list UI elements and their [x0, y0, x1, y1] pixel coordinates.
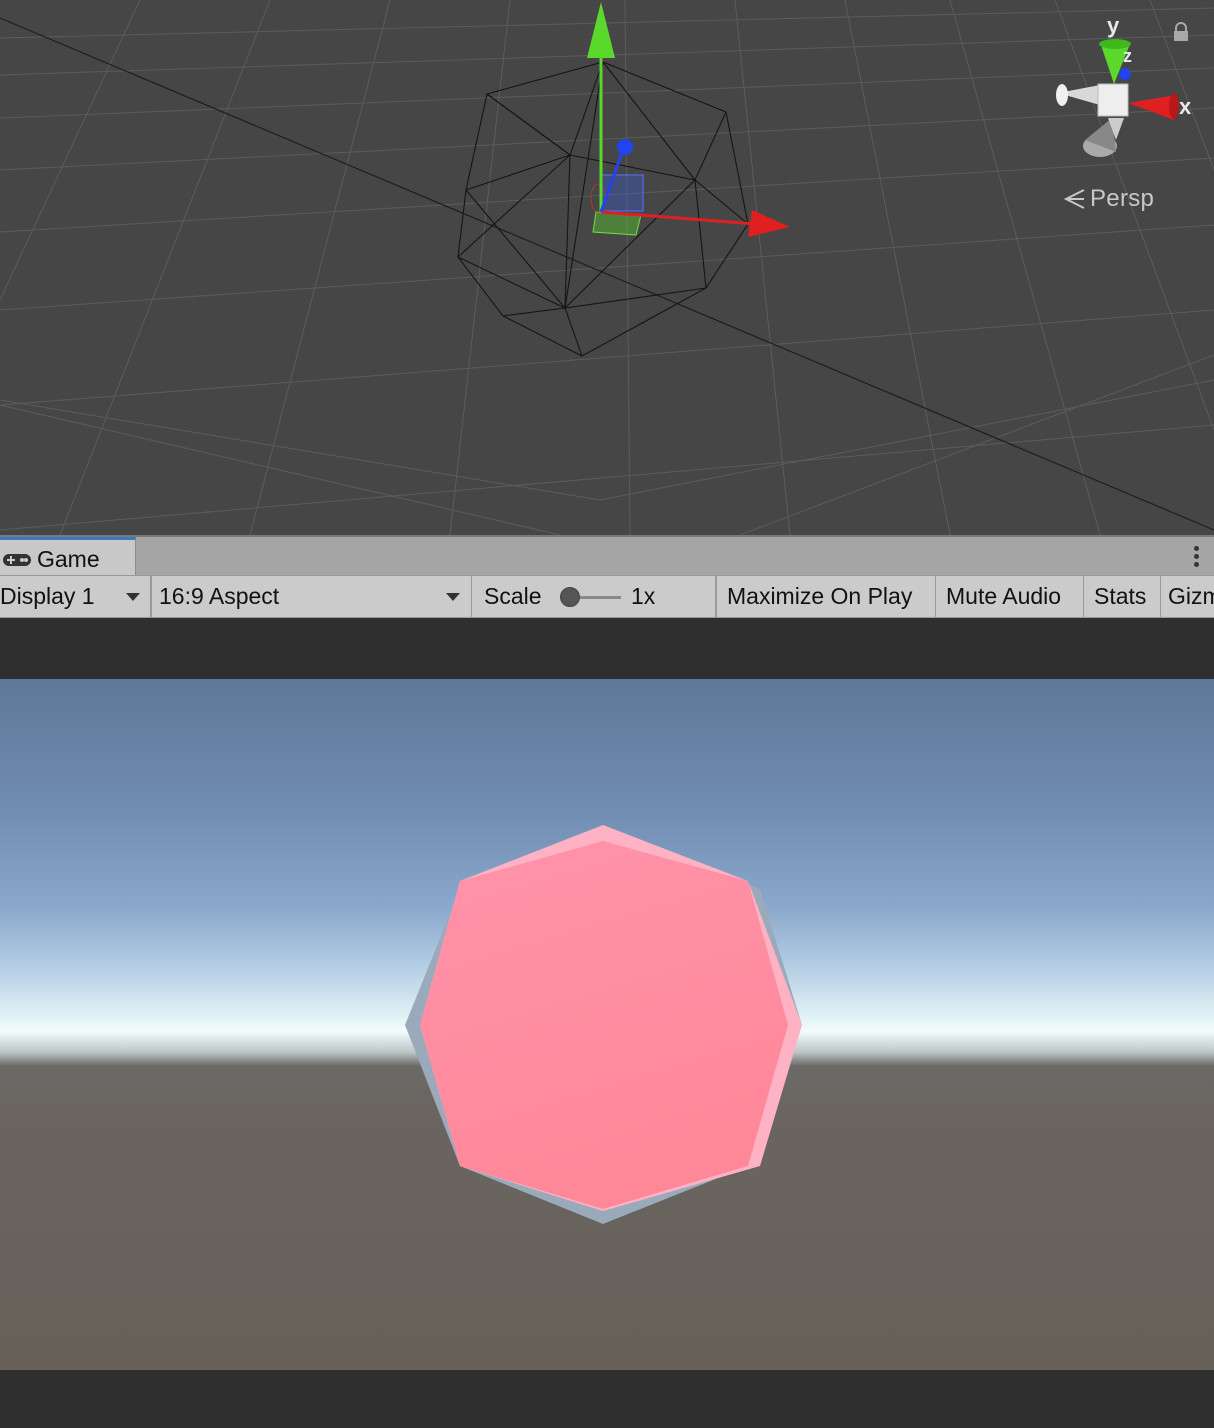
move-gizmo-icon[interactable]: [587, 2, 790, 237]
gizmo-x-label: x: [1179, 94, 1192, 119]
stats-label: Stats: [1094, 583, 1147, 609]
world-axis-line: [0, 17, 1214, 531]
scale-value: 1x: [631, 583, 656, 609]
game-view[interactable]: [0, 679, 1214, 1370]
display-dropdown[interactable]: Display 1: [0, 576, 151, 617]
scale-label: Scale: [484, 583, 542, 609]
aspect-dropdown-label: 16:9 Aspect: [159, 583, 280, 609]
perspective-arrow-icon[interactable]: [1062, 186, 1088, 212]
maximize-on-play-toggle[interactable]: Maximize On Play: [716, 576, 936, 617]
game-tab-label: Game: [37, 546, 100, 572]
scene-view[interactable]: y z x Persp: [0, 0, 1214, 535]
scale-slider-handle[interactable]: [560, 587, 580, 607]
gizmo-y-label: y: [1107, 13, 1120, 38]
maximize-on-play-label: Maximize On Play: [727, 583, 913, 609]
scene-viewport[interactable]: y z x: [0, 0, 1214, 535]
lock-icon[interactable]: [1172, 22, 1190, 42]
perspective-toggle[interactable]: Persp: [1090, 185, 1154, 213]
letterbox-bottom: [0, 1370, 1214, 1428]
more-options-icon[interactable]: [1192, 546, 1200, 570]
display-dropdown-label: Display 1: [0, 583, 95, 609]
gamepad-icon: [3, 554, 31, 566]
gizmos-toggle[interactable]: Gizm: [1161, 576, 1214, 617]
stats-toggle[interactable]: Stats: [1084, 576, 1161, 617]
chevron-down-icon: [446, 593, 460, 601]
aspect-dropdown[interactable]: 16:9 Aspect: [151, 576, 472, 617]
game-render: [405, 825, 802, 1224]
mute-audio-label: Mute Audio: [946, 583, 1062, 609]
gizmo-z-label: z: [1123, 46, 1132, 66]
tab-game[interactable]: Game: [0, 537, 136, 577]
letterbox-top: [0, 618, 1214, 679]
mute-audio-toggle[interactable]: Mute Audio: [936, 576, 1084, 617]
scene-grid: [0, 0, 1214, 535]
tab-strip: Game: [0, 535, 1214, 577]
sphere-object: [405, 825, 802, 1224]
chevron-down-icon: [126, 593, 140, 601]
orientation-gizmo-icon[interactable]: [1056, 39, 1179, 157]
gizmos-label: Gizm: [1168, 583, 1214, 609]
